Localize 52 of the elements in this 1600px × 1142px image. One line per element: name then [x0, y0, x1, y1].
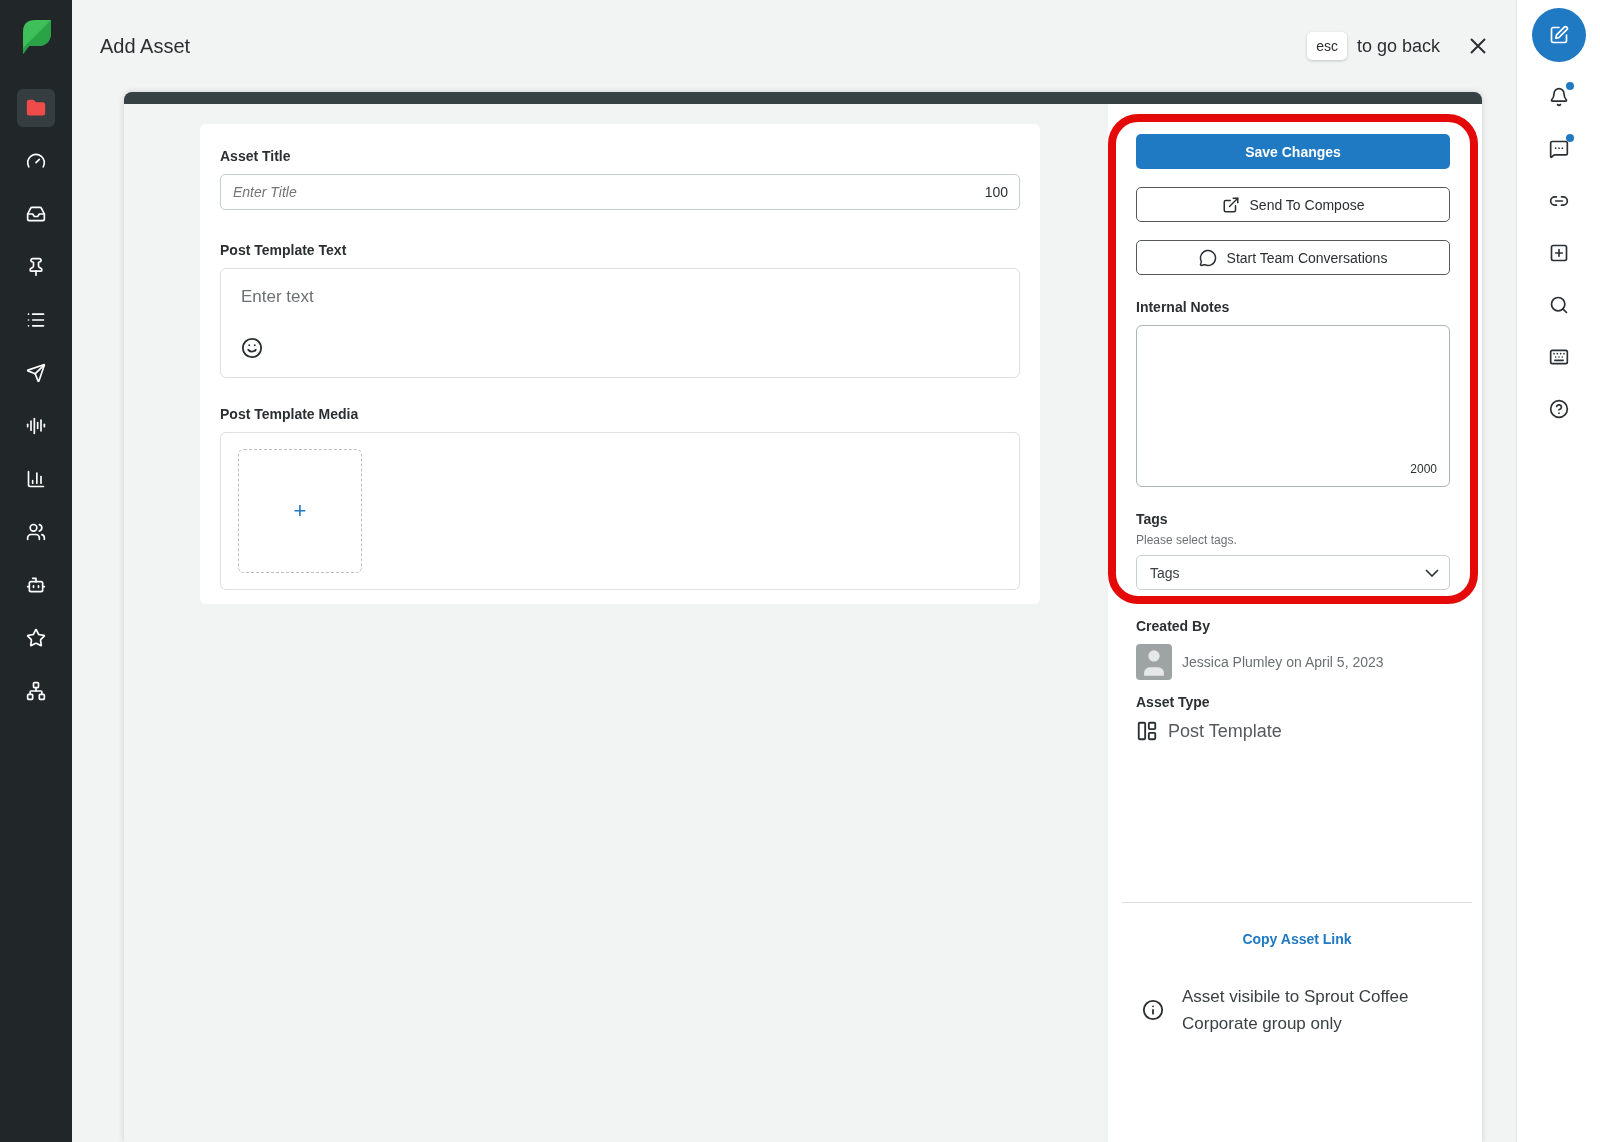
copy-link[interactable]: Copy Asset Link [1242, 931, 1352, 947]
created-text: Jessica Plumley on April 5, 2023 [1182, 654, 1384, 670]
compose-icon [1548, 25, 1569, 45]
chat-icon [1548, 139, 1569, 159]
save-button[interactable]: Save Changes [1136, 134, 1450, 169]
tags-dropdown[interactable]: Tags [1136, 555, 1450, 590]
esc-key: esc [1307, 32, 1347, 60]
char-count: 2000 [1410, 462, 1437, 476]
field-label: Post Template Text [220, 242, 348, 258]
tags-hint: Please select tags. [1136, 533, 1238, 547]
close-button[interactable] [1468, 36, 1488, 56]
type-label: Asset Type [1136, 694, 1211, 710]
type-text: Post Template [1168, 720, 1282, 742]
visibility-text: Asset visibile to Sprout Coffee Corporate group only [1182, 986, 1410, 1036]
sound-wave-icon [26, 416, 46, 436]
notes-field[interactable]: 2000 [1136, 325, 1450, 487]
notes-label: Internal Notes [1136, 299, 1231, 315]
back-hint: to go back [1356, 35, 1440, 57]
list-icon [26, 310, 46, 330]
help-icon [1548, 399, 1569, 419]
field-label: Post Template Media [220, 406, 360, 422]
close-icon [1468, 36, 1488, 56]
layout-icon [1136, 720, 1158, 742]
info-icon [1142, 999, 1164, 1022]
keyboard-icon [1548, 347, 1569, 367]
star-icon [26, 628, 46, 648]
folder-icon [26, 98, 46, 118]
created-label: Created By [1136, 618, 1211, 634]
pin-icon [26, 257, 46, 277]
page-title: Add Asset [100, 34, 192, 58]
add-icon [1548, 243, 1569, 263]
add-media-button[interactable]: + [238, 449, 362, 573]
text-field[interactable]: Enter text [220, 268, 1020, 378]
char-count: 100 [984, 184, 1008, 200]
tags-label: Tags [1136, 511, 1169, 527]
emoji-icon[interactable] [241, 337, 263, 359]
action-button[interactable]: Send To Compose [1136, 187, 1450, 222]
gauge-icon [26, 151, 46, 171]
inbox-icon [26, 204, 46, 224]
chat-icon [1198, 248, 1217, 267]
bar-chart-icon [26, 469, 46, 489]
robot-icon [26, 575, 46, 595]
placeholder-text: Enter text [241, 287, 315, 307]
paper-plane-icon [26, 363, 46, 383]
bell-icon [1548, 87, 1569, 107]
chevron-icon [1425, 568, 1439, 577]
search-icon [1548, 295, 1569, 315]
people-icon [26, 522, 46, 542]
share-icon [1221, 195, 1240, 214]
avatar-placeholder [1136, 644, 1172, 680]
action-button[interactable]: Start Team Conversations [1136, 240, 1450, 275]
field-label: Asset Title [220, 148, 292, 164]
